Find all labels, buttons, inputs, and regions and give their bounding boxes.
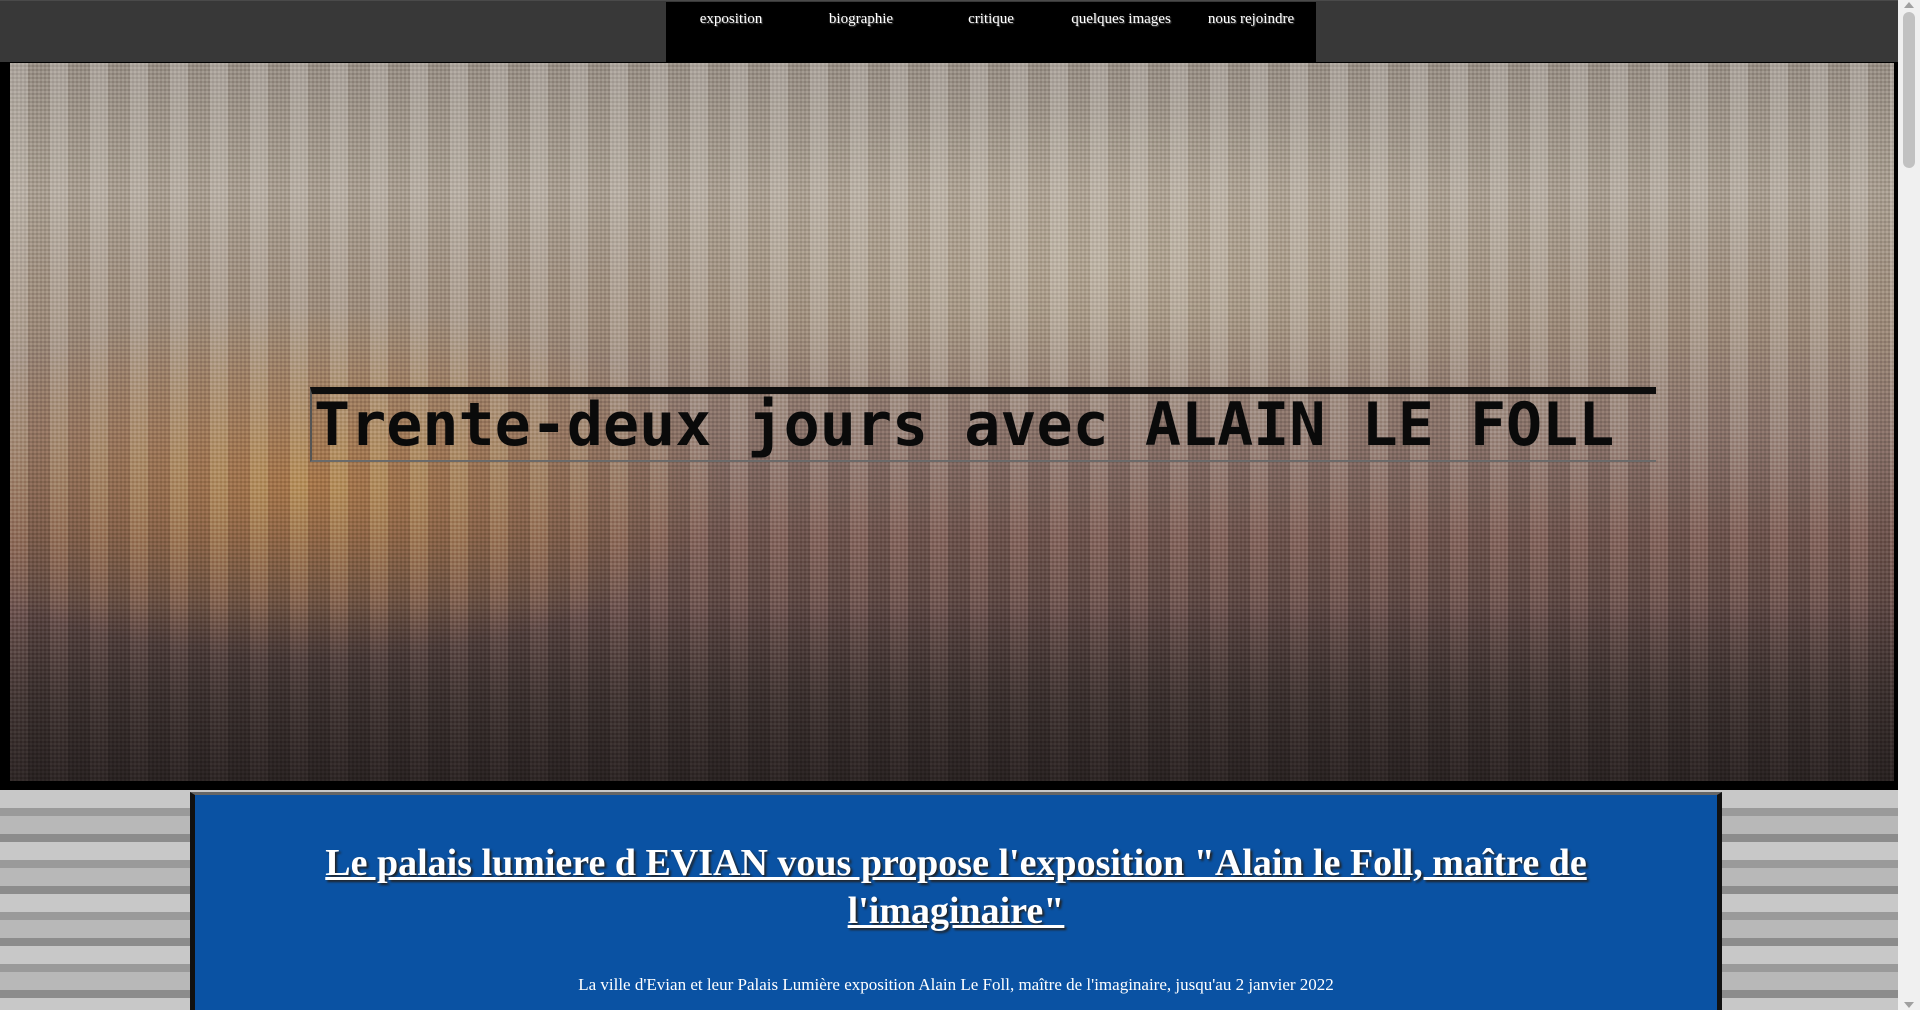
exhibition-heading: Le palais lumiere d EVIAN vous propose l… [325, 842, 1587, 932]
menu-item-critique[interactable]: critique [926, 2, 1056, 63]
hero-title: Trente-deux jours avec ALAIN LE FOLL [310, 387, 1656, 462]
scrollbar-thumb[interactable] [1903, 12, 1915, 168]
hero-banner-artwork: Trente-deux jours avec ALAIN LE FOLL [10, 63, 1894, 781]
scroll-down-arrow-icon[interactable] [1904, 1002, 1914, 1008]
menu-item-quelques-images[interactable]: quelques images [1056, 2, 1186, 63]
vertical-scrollbar[interactable] [1898, 0, 1920, 1010]
content-panel: Le palais lumiere d EVIAN vous propose l… [190, 792, 1722, 1010]
top-navigation-bar: exposition biographie critique quelques … [0, 0, 1898, 63]
menu-item-exposition[interactable]: exposition [666, 2, 796, 63]
scroll-up-arrow-icon[interactable] [1904, 2, 1914, 8]
menu-item-biographie[interactable]: biographie [796, 2, 926, 63]
exhibition-description: La ville d'Evian et leur Palais Lumière … [578, 975, 1334, 994]
main-menu: exposition biographie critique quelques … [666, 2, 1316, 63]
menu-item-nous-rejoindre[interactable]: nous rejoindre [1186, 2, 1316, 63]
